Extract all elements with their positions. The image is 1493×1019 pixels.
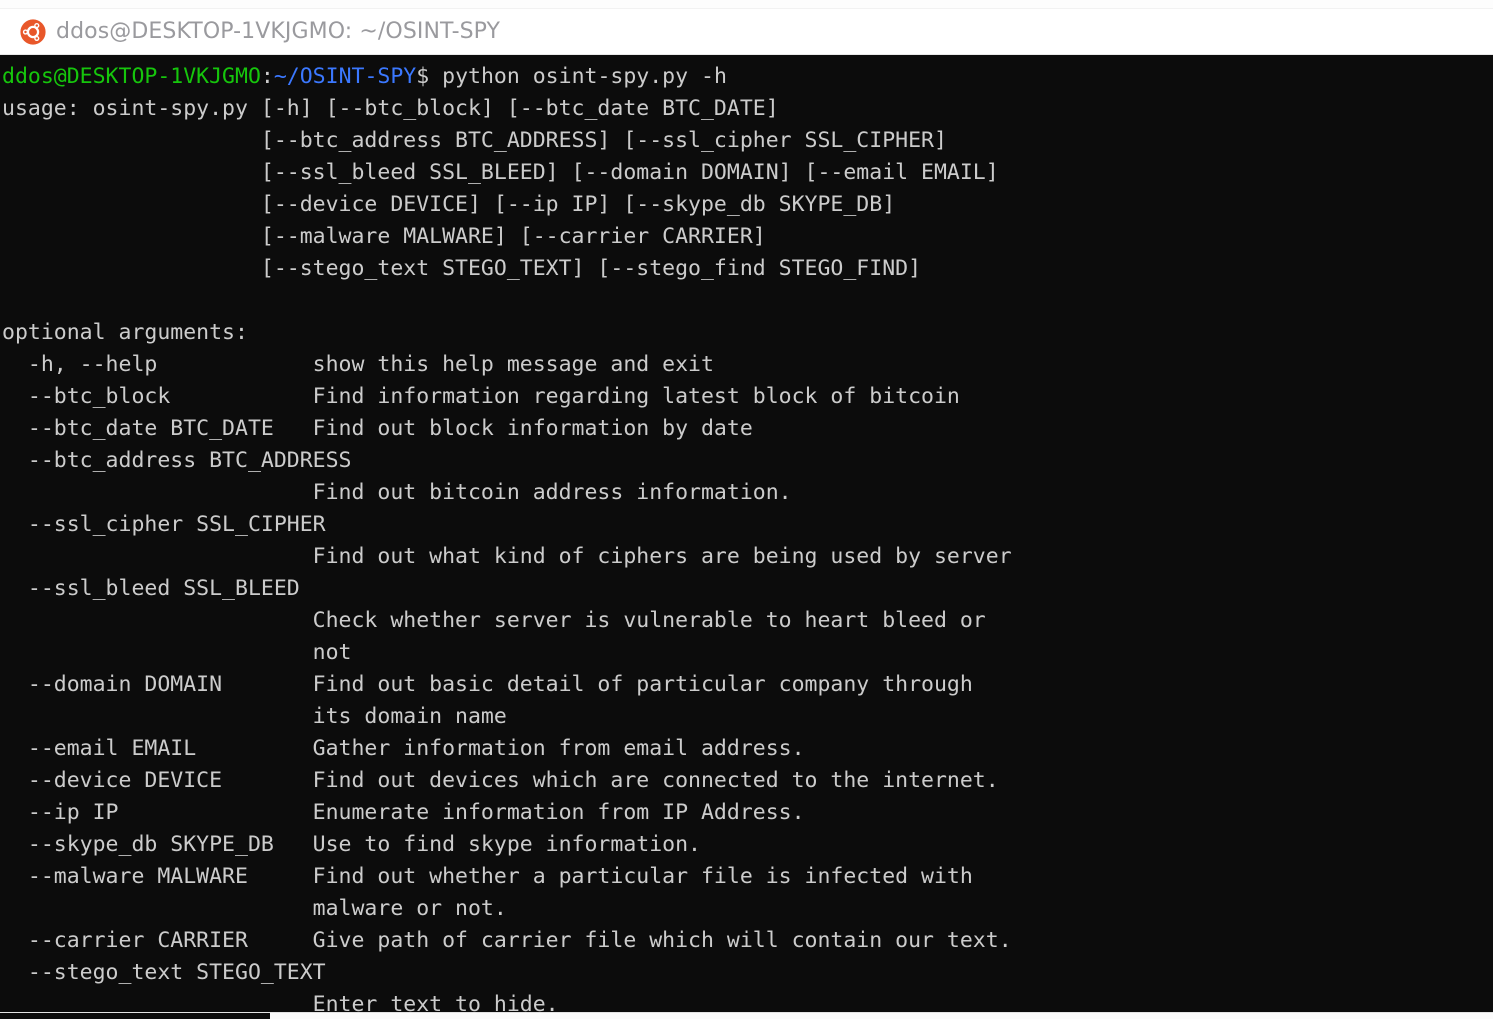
argument-line: Find out what kind of ciphers are being … [2,544,1012,569]
usage-line: [--ssl_bleed SSL_BLEED] [--domain DOMAIN… [2,160,999,185]
usage-line: [--stego_text STEGO_TEXT] [--stego_find … [2,256,922,281]
prompt-line: ddos@DESKTOP-1VKJGMO:~/OSINT-SPY$ python… [2,61,1493,93]
argument-line: malware or not. [2,896,507,921]
window-chrome-bottom-strip [0,1012,1493,1019]
argument-line: not [2,640,352,665]
argument-line: its domain name [2,704,507,729]
prompt-command: python osint-spy.py -h [429,64,727,89]
usage-line: [--device DEVICE] [--ip IP] [--skype_db … [2,192,896,217]
chrome-bottom-dark-segment [0,1013,270,1019]
prompt-user-host: ddos@DESKTOP-1VKJGMO [2,64,261,89]
argument-line: --btc_date BTC_DATE Find out block infor… [2,416,753,441]
terminal-output-area[interactable]: ddos@DESKTOP-1VKJGMO:~/OSINT-SPY$ python… [0,55,1493,1019]
argument-line: --ssl_bleed SSL_BLEED [2,576,300,601]
usage-line: usage: osint-spy.py [-h] [--btc_block] [… [2,96,779,121]
argument-line: --stego_text STEGO_TEXT [2,960,326,985]
prompt-path: ~/OSINT-SPY [273,64,417,89]
usage-line: [--btc_address BTC_ADDRESS] [--ssl_ciphe… [2,128,947,153]
terminal-window: ddos@DESKTOP-1VKJGMO: ~/OSINT-SPY ddos@D… [0,0,1493,1019]
argument-line: --btc_address BTC_ADDRESS [2,448,352,473]
section-header-optional-arguments: optional arguments: [2,320,248,345]
argument-line: --ssl_cipher SSL_CIPHER [2,512,326,537]
argument-line: Check whether server is vulnerable to he… [2,608,986,633]
argument-line: --malware MALWARE Find out whether a par… [2,864,973,889]
title-bar[interactable]: ddos@DESKTOP-1VKJGMO: ~/OSINT-SPY [0,9,1493,55]
prompt-separator: : [260,64,274,89]
ubuntu-logo-icon [20,18,46,45]
argument-line: -h, --help show this help message and ex… [2,352,714,377]
window-chrome-top-strip [0,0,1493,9]
argument-line: Find out bitcoin address information. [2,480,792,505]
argument-line: --skype_db SKYPE_DB Use to find skype in… [2,832,701,857]
prompt-sigil: $ [416,64,430,89]
window-title: ddos@DESKTOP-1VKJGMO: ~/OSINT-SPY [56,19,501,44]
argument-line: --device DEVICE Find out devices which a… [2,768,999,793]
argument-line: --email EMAIL Gather information from em… [2,736,805,761]
argument-line: --ip IP Enumerate information from IP Ad… [2,800,805,825]
usage-line: [--malware MALWARE] [--carrier CARRIER] [2,224,766,249]
argument-line: --domain DOMAIN Find out basic detail of… [2,672,973,697]
argument-line: --btc_block Find information regarding l… [2,384,960,409]
argument-line: --carrier CARRIER Give path of carrier f… [2,928,1012,953]
